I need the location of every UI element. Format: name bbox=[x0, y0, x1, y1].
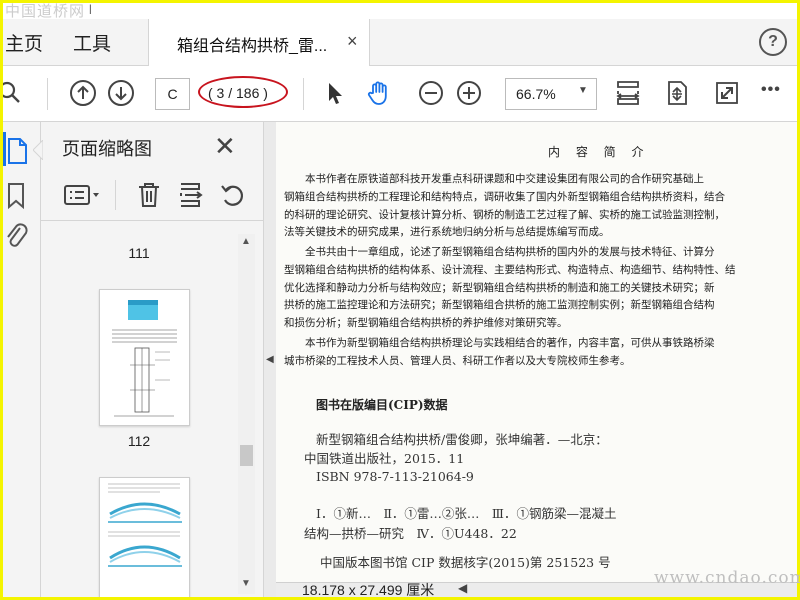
thumbnail-scrollbar[interactable]: ▲ ▼ bbox=[238, 234, 255, 594]
extract-pages-icon[interactable] bbox=[177, 181, 205, 209]
text-line: 城市桥梁的工程技术人员、管理人员、科研工作者以及大专院校师生参考。 bbox=[284, 354, 631, 367]
close-icon[interactable]: ✕ bbox=[214, 131, 236, 162]
tab-close-icon[interactable]: × bbox=[347, 31, 358, 52]
left-rail bbox=[3, 122, 41, 597]
paragraph-contents: 全书共由十一章组成，论述了新型钢箱组合结构拱桥的国内外的发展与技术特征、计算分 … bbox=[284, 244, 797, 333]
page-dimensions: 18.178 x 27.499 厘米 bbox=[302, 582, 435, 597]
thumbnail-panel: 页面缩略图 ✕ 111 112 ▲ ▼ bbox=[33, 122, 264, 597]
scroll-mode-icon[interactable] bbox=[663, 79, 691, 107]
hand-tool-icon[interactable] bbox=[366, 79, 394, 107]
fit-width-icon[interactable] bbox=[614, 79, 642, 107]
search-icon[interactable] bbox=[3, 79, 25, 107]
menu-tools[interactable]: 工具 bbox=[73, 29, 111, 56]
page-thumbnails-icon[interactable] bbox=[5, 137, 29, 165]
delete-icon[interactable] bbox=[136, 181, 162, 209]
cip-title: 图书在版编目(CIP)数据 bbox=[316, 398, 448, 412]
page-number-input[interactable]: C bbox=[155, 78, 190, 110]
thumbnail-tools bbox=[41, 170, 263, 221]
cip-line: ISBN 978-7-113-21064-9 bbox=[316, 469, 474, 484]
text-line: 全书共由十一章组成，论述了新型钢箱组合结构拱桥的国内外的发展与技术特征、计算分 bbox=[284, 246, 715, 258]
toolbar-divider bbox=[303, 78, 304, 110]
more-options-icon[interactable]: ••• bbox=[761, 81, 781, 99]
tab-bar: 主页 工具 箱组合结构拱桥_雷... × ? bbox=[3, 19, 797, 66]
toolbar-divider bbox=[47, 78, 48, 110]
text-line: 优化选择和静动力分析与结构效应；新型钢箱组合结构拱桥的制造和施工的关键技术研究；… bbox=[284, 281, 715, 294]
full-screen-icon[interactable] bbox=[713, 79, 741, 107]
thumbnail-list: 111 112 bbox=[41, 221, 237, 597]
zoom-select[interactable]: 66.7% ▼ bbox=[505, 78, 597, 110]
rotate-icon[interactable] bbox=[219, 181, 247, 209]
cip-line: Ⅰ．①新… Ⅱ．①雷…②张… Ⅲ．①钢筋梁—混凝土 bbox=[316, 506, 617, 521]
paragraph-audience: 本书作为新型钢箱组合结构拱桥理论与实践相结合的著作，内容丰富，可供从事铁路桥梁 … bbox=[284, 335, 797, 371]
text-line: 钢箱组合结构拱桥的工程理论和结构特点，调研收集了国内外新型钢箱组合结构拱桥资料，… bbox=[284, 190, 725, 203]
page-thumbnail[interactable] bbox=[99, 289, 190, 426]
text-line: 本书作为新型钢箱组合结构拱桥理论与实践相结合的著作，内容丰富，可供从事铁路桥梁 bbox=[284, 337, 715, 349]
panel-pointer bbox=[33, 140, 43, 160]
text-line: 法等关键技术的研究成果，进行系统地归纳分析与总结提炼编写而成。 bbox=[284, 226, 610, 239]
text-line: 拱桥的施工监控理论和方法研究；新型钢箱组合拱桥的施工监测控制实例；新型钢箱组合结… bbox=[284, 299, 715, 312]
text-line: 型钢箱组合结构拱桥的结构体系、设计流程、主要结构形式、构造特点、构造细节、结构特… bbox=[284, 263, 736, 276]
cip-line: 结构—拱桥—研究 Ⅳ．①U448．22 bbox=[304, 526, 517, 541]
previous-page-icon[interactable] bbox=[69, 79, 97, 107]
paragraph-intro: 本书作者在原铁道部科技开发重点科研课题和中交建设集团有限公司的合作研究基础上 钢… bbox=[284, 171, 797, 242]
panel-splitter[interactable]: ◀ bbox=[264, 122, 276, 597]
cip-line: 中国铁道出版社，2015．11 bbox=[304, 451, 465, 466]
scroll-down-icon[interactable]: ▼ bbox=[241, 578, 251, 589]
thumbnail-options-icon[interactable] bbox=[63, 183, 103, 207]
chevron-down-icon: ▼ bbox=[578, 85, 588, 96]
highlight-annotation bbox=[198, 76, 288, 108]
scroll-up-icon[interactable]: ▲ bbox=[241, 236, 251, 247]
select-pointer-icon[interactable] bbox=[321, 79, 349, 107]
app-window: 中国道桥网 | 主页 工具 箱组合结构拱桥_雷... × ? C ( 3 / 1… bbox=[3, 3, 797, 597]
page-thumbnail[interactable] bbox=[99, 477, 190, 597]
zoom-in-icon[interactable] bbox=[455, 79, 483, 107]
document-page: 内 容 简 介 本书作者在原铁道部科技开发重点科研课题和中交建设集团有限公司的合… bbox=[276, 122, 797, 582]
cip-line: 新型钢箱组合结构拱桥/雷俊卿，张坤编著．—北京： bbox=[316, 432, 608, 447]
next-page-icon[interactable] bbox=[107, 79, 135, 107]
document-tab-title: 箱组合结构拱桥_雷... bbox=[177, 38, 328, 55]
scrollbar-thumb[interactable] bbox=[240, 445, 253, 466]
document-tab[interactable]: 箱组合结构拱桥_雷... × bbox=[148, 19, 370, 66]
text-line: 本书作者在原铁道部科技开发重点科研课题和中交建设集团有限公司的合作研究基础上 bbox=[284, 173, 704, 185]
collapse-panel-icon[interactable]: ◀ bbox=[266, 354, 274, 365]
toolbar: C ( 3 / 186 ) 66.7% ▼ ••• bbox=[3, 66, 797, 122]
help-icon[interactable]: ? bbox=[759, 28, 787, 56]
page-label: 112 bbox=[127, 433, 151, 449]
bookmark-icon[interactable] bbox=[6, 182, 26, 210]
title-strip: 中国道桥网 | bbox=[3, 3, 797, 20]
cip-line: 中国版本图书馆 CIP 数据核字(2015)第 251523 号 bbox=[320, 555, 611, 570]
page-heading: 内 容 简 介 bbox=[548, 145, 650, 159]
title-strip-text: | bbox=[89, 4, 92, 15]
zoom-value: 66.7% bbox=[516, 86, 556, 102]
menu-home[interactable]: 主页 bbox=[5, 29, 43, 56]
text-line: 和损伤分析；新型钢箱组合结构拱桥的养护维修对策研究等。 bbox=[284, 317, 568, 330]
text-line: 的科研的理论研究、设计复核计算分析、钢桥的制造工艺过程了解、实桥的施工试验监测控… bbox=[284, 208, 725, 221]
panel-title: 页面缩略图 bbox=[62, 139, 152, 159]
zoom-out-icon[interactable] bbox=[417, 79, 445, 107]
attachment-icon[interactable] bbox=[5, 222, 29, 252]
tools-divider bbox=[115, 180, 116, 210]
watermark-bottom: www.cndao.com bbox=[654, 568, 800, 588]
scroll-left-icon[interactable]: ◀ bbox=[458, 581, 467, 595]
page-label: 111 bbox=[128, 245, 150, 261]
